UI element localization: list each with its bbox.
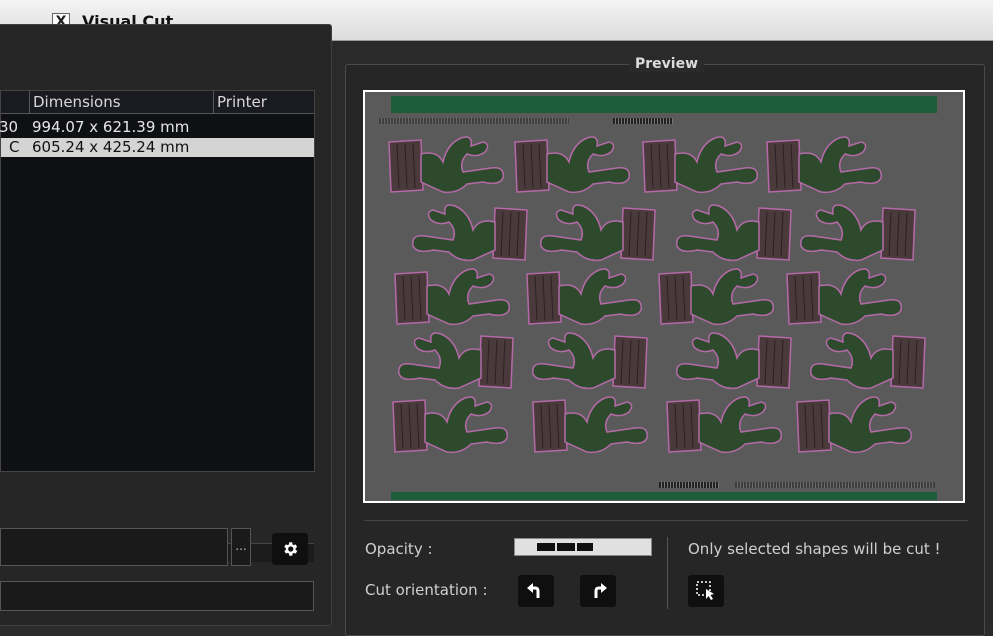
rotate-right-button[interactable] bbox=[580, 575, 616, 607]
opacity-label: Opacity : bbox=[365, 540, 433, 558]
row-id-fragment: C bbox=[9, 138, 20, 156]
table-row-selected[interactable]: C 605.24 x 425.24 mm bbox=[1, 138, 314, 157]
cactus-shape[interactable] bbox=[387, 328, 515, 398]
status-field bbox=[0, 581, 314, 611]
slider-segment bbox=[577, 543, 593, 551]
file-path-input[interactable] bbox=[0, 528, 228, 566]
selection-notice: Only selected shapes will be cut ! bbox=[688, 540, 941, 558]
column-header-printer[interactable]: Printer bbox=[213, 91, 314, 113]
cactus-shape[interactable] bbox=[525, 264, 653, 334]
cactus-shape[interactable] bbox=[795, 392, 923, 462]
cactus-shape[interactable] bbox=[665, 392, 793, 462]
cut-orientation-label: Cut orientation : bbox=[365, 581, 488, 599]
browse-button[interactable]: ... bbox=[231, 528, 251, 566]
cactus-shape[interactable] bbox=[641, 132, 769, 202]
cactus-shape[interactable] bbox=[765, 132, 893, 202]
column-header-truncated[interactable] bbox=[0, 91, 29, 113]
cactus-shape[interactable] bbox=[391, 392, 519, 462]
cactus-shape[interactable] bbox=[799, 328, 927, 398]
barcode-mark bbox=[613, 118, 673, 124]
barcode-mark bbox=[659, 482, 719, 488]
rotate-left-icon bbox=[527, 583, 540, 598]
table-header: Dimensions Printer bbox=[1, 91, 314, 114]
cactus-shape[interactable] bbox=[657, 264, 785, 334]
settings-button[interactable] bbox=[272, 533, 308, 565]
cactus-shape[interactable] bbox=[393, 264, 521, 334]
opacity-slider[interactable] bbox=[514, 538, 652, 556]
cactus-shape[interactable] bbox=[785, 264, 913, 334]
cactus-shape[interactable] bbox=[665, 200, 793, 270]
cactus-shape[interactable] bbox=[513, 132, 641, 202]
rotate-right-icon bbox=[594, 583, 607, 598]
slider-segment bbox=[537, 543, 555, 551]
cactus-shape[interactable] bbox=[531, 392, 659, 462]
cactus-shape[interactable] bbox=[401, 200, 529, 270]
select-shapes-icon bbox=[696, 581, 714, 600]
cactus-shape[interactable] bbox=[789, 200, 917, 270]
select-shapes-button[interactable] bbox=[688, 575, 724, 607]
column-header-dimensions[interactable]: Dimensions bbox=[29, 91, 213, 113]
rotate-left-button[interactable] bbox=[518, 575, 554, 607]
preview-legend: Preview bbox=[629, 56, 705, 72]
registration-strip-top bbox=[391, 96, 937, 113]
row-id-fragment: 30 bbox=[0, 118, 19, 136]
gear-icon bbox=[284, 542, 298, 556]
cactus-shape[interactable] bbox=[387, 132, 515, 202]
registration-strip-bottom bbox=[391, 492, 937, 500]
table-row[interactable]: 30 994.07 x 621.39 mm bbox=[0, 118, 314, 137]
row-dimensions: 605.24 x 425.24 mm bbox=[32, 138, 190, 156]
cactus-shape[interactable] bbox=[529, 200, 657, 270]
row-dimensions: 994.07 x 621.39 mm bbox=[32, 118, 190, 136]
controls-divider bbox=[667, 537, 668, 609]
cactus-shape[interactable] bbox=[665, 328, 793, 398]
barcode-mark bbox=[379, 118, 569, 124]
cactus-shape[interactable] bbox=[521, 328, 649, 398]
slider-segment bbox=[557, 543, 575, 551]
barcode-mark bbox=[735, 482, 935, 488]
jobs-table[interactable]: Dimensions Printer 30 994.07 x 621.39 mm… bbox=[0, 90, 315, 562]
panel-divider bbox=[364, 520, 968, 521]
preview-canvas[interactable] bbox=[363, 90, 965, 503]
